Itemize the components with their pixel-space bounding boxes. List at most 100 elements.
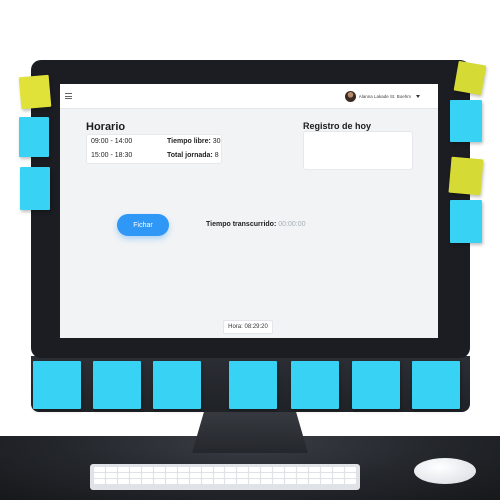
schedule-slot-2: 15:00 - 18:30 [91,152,133,159]
sticky-note [153,361,201,409]
keyboard-key [321,473,333,478]
keyboard-key [189,473,201,478]
tiempo-libre-value: 30 [212,138,221,145]
sticky-note [18,74,52,110]
keyboard-key [333,473,345,478]
keyboard-key [333,479,345,484]
keyboard-key [141,467,153,472]
keyboard-key [129,467,141,472]
keyboard-key [297,473,309,478]
keyboard-key [201,473,213,478]
keyboard-key [201,479,213,484]
user-menu[interactable]: Alanna Lakade St. Boehm [344,91,420,102]
keyboard-key [225,479,237,484]
keyboard-key [153,473,165,478]
keyboard-key [237,467,249,472]
keyboard-key [309,473,321,478]
keyboard-key [141,473,153,478]
registro-box [303,131,413,170]
registro-title: Registro de hoy [303,121,372,131]
keyboard-key [117,467,129,472]
keyboard-key [201,467,213,472]
keyboard-key [177,479,189,484]
keyboard-key [297,479,309,484]
keyboard-key [165,467,177,472]
keyboard-key [105,467,117,472]
desktop-scene: Alanna Lakade St. Boehm Horario 09:00 - … [0,0,500,500]
keyboard-key [261,479,273,484]
keyboard [90,464,360,490]
keyboard-key [141,479,153,484]
total-jornada: Total jornada: 8 [167,152,219,159]
keyboard-key [105,473,117,478]
keyboard-key [165,479,177,484]
sticky-note [33,361,81,409]
keyboard-key [177,467,189,472]
elapsed-value: 00:00:00 [278,221,306,228]
keyboard-key [129,473,141,478]
horario-title: Horario [86,121,126,133]
app-screen: Alanna Lakade St. Boehm Horario 09:00 - … [60,84,438,338]
keyboard-key [261,467,273,472]
keyboard-key [237,479,249,484]
tiempo-libre-label: Tiempo libre: [167,138,211,145]
keyboard-key [189,479,201,484]
keyboard-key [285,473,297,478]
keyboard-key [165,473,177,478]
keyboard-key [129,479,141,484]
sticky-note [450,200,482,243]
keyboard-key [249,467,261,472]
keyboard-key [117,479,129,484]
keyboard-key [285,467,297,472]
keyboard-key [105,479,117,484]
sticky-note [19,117,49,157]
keyboard-key [94,479,105,484]
keyboard-key [237,473,249,478]
sticky-note [412,361,460,409]
keyboard-key [309,467,321,472]
keyboard-key [153,479,165,484]
sticky-note [450,100,482,142]
keyboard-key [153,467,165,472]
schedule-slot-1: 09:00 - 14:00 [91,138,133,145]
keyboard-key [321,479,333,484]
clock-display: Hora: 08:29:20 [223,320,273,334]
keyboard-key [345,479,356,484]
sticky-note [448,156,484,196]
keyboard-key [249,473,261,478]
sticky-note [229,361,277,409]
schedule-card: 09:00 - 14:00 Tiempo libre: 30 15:00 - 1… [86,134,222,164]
fichar-button[interactable]: Fichar [117,214,169,236]
keyboard-key [261,473,273,478]
keyboard-key [309,479,321,484]
keyboard-key [94,467,105,472]
total-jornada-label: Total jornada: [167,152,213,159]
menu-icon[interactable] [65,93,72,99]
keyboard-key [273,473,285,478]
keyboard-key [321,467,333,472]
top-bar: Alanna Lakade St. Boehm [60,84,438,109]
keyboard-key [285,479,297,484]
avatar [344,91,356,102]
mouse [414,458,476,484]
keyboard-key [213,473,225,478]
keyboard-key [273,467,285,472]
user-name: Alanna Lakade St. Boehm [358,94,411,99]
monitor-stand [192,405,308,453]
keyboard-key [249,479,261,484]
elapsed-time: Tiempo transcurrido: 00:00:00 [206,221,305,228]
elapsed-label: Tiempo transcurrido: [206,221,277,228]
keyboard-key [225,467,237,472]
keyboard-key [345,473,356,478]
keyboard-key [189,467,201,472]
keyboard-key [117,473,129,478]
keyboard-key [94,473,105,478]
keyboard-key [177,473,189,478]
keyboard-key [333,467,345,472]
sticky-note [20,167,50,210]
sticky-note [291,361,339,409]
sticky-note [352,361,400,409]
keyboard-key [213,467,225,472]
keyboard-key [213,479,225,484]
sticky-note [453,60,487,96]
